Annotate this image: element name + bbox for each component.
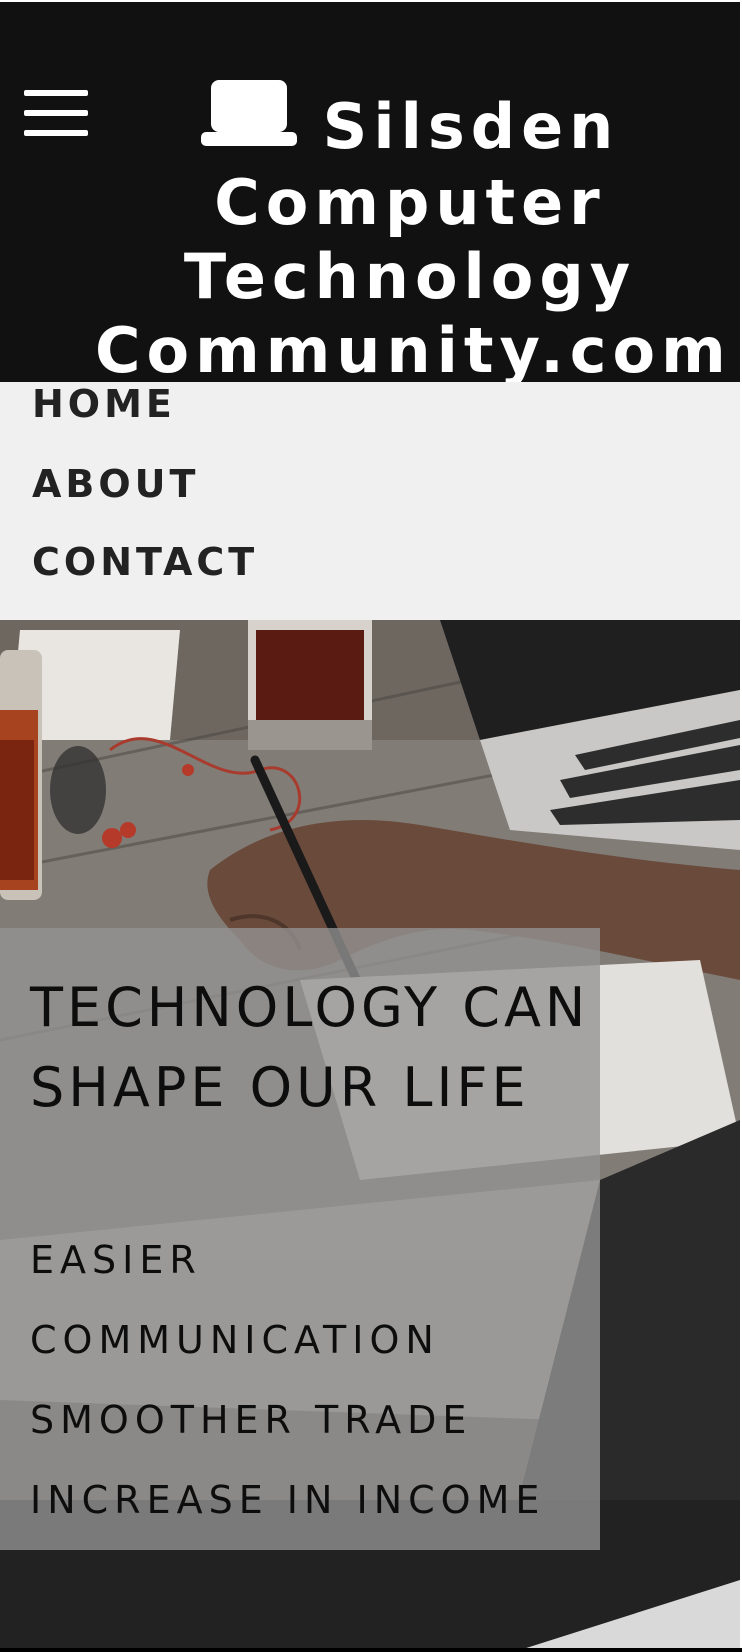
- list-item: EASIER: [30, 1238, 202, 1282]
- site-header: Silsden Computer Technology Community.co…: [0, 2, 740, 387]
- list-item: INCREASE IN INCOME: [30, 1478, 546, 1522]
- nav-item-about[interactable]: ABOUT: [32, 462, 199, 506]
- site-title[interactable]: Silsden Computer Technology Community.co…: [95, 80, 726, 388]
- site-title-text: Silsden Computer Technology Community.co…: [95, 90, 732, 387]
- laptop-icon: [200, 80, 297, 166]
- nav-item-home[interactable]: HOME: [32, 382, 176, 426]
- hero-benefits-list: EASIER COMMUNICATION SMOOTHER TRADE INCR…: [30, 1220, 545, 1540]
- hero-section: TECHNOLOGY CAN SHAPE OUR LIFE EASIER COM…: [0, 620, 740, 1650]
- hamburger-menu-icon[interactable]: [24, 90, 88, 136]
- list-item: SMOOTHER TRADE: [30, 1398, 473, 1442]
- bottom-border: [0, 1648, 742, 1652]
- nav-item-contact[interactable]: CONTACT: [32, 540, 258, 584]
- list-item: COMMUNICATION: [30, 1318, 440, 1362]
- page: Silsden Computer Technology Community.co…: [0, 0, 742, 1652]
- hero-overlay-card: TECHNOLOGY CAN SHAPE OUR LIFE EASIER COM…: [0, 928, 600, 1550]
- hero-title: TECHNOLOGY CAN SHAPE OUR LIFE: [30, 976, 590, 1119]
- main-navigation: HOME ABOUT CONTACT: [0, 382, 740, 620]
